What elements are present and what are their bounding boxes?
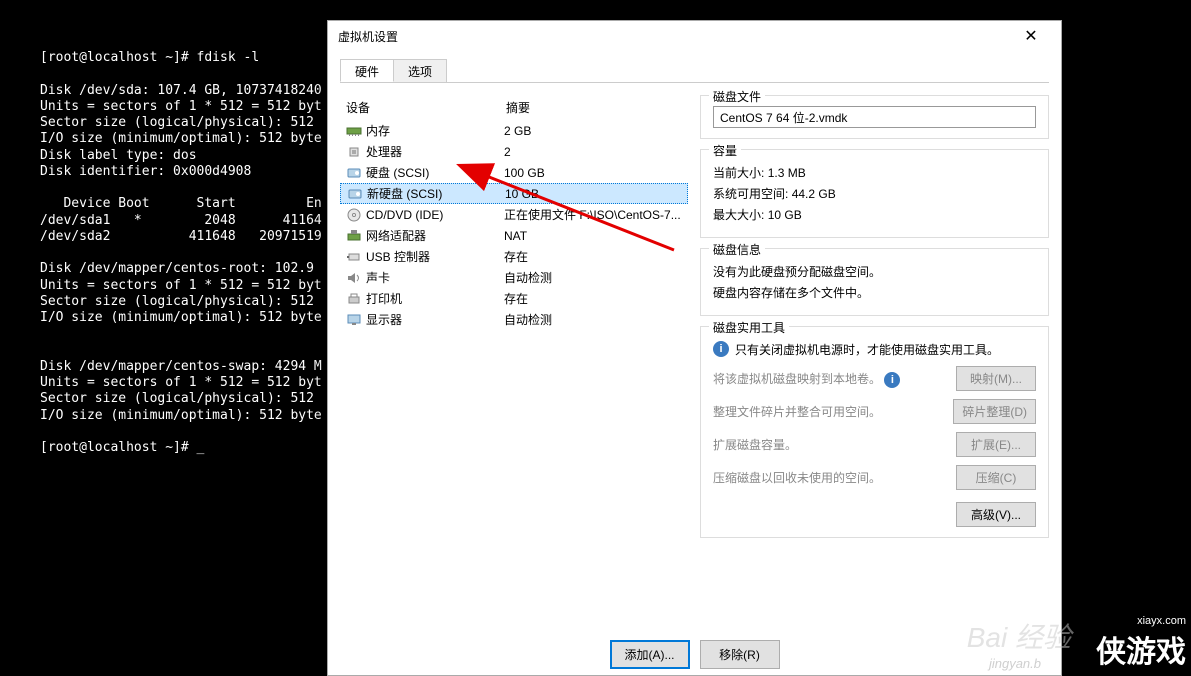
device-row-printer[interactable]: 打印机 存在 (340, 288, 688, 309)
header-device: 设备 (346, 99, 506, 116)
memory-icon (346, 123, 362, 139)
device-name: USB 控制器 (366, 248, 430, 265)
display-icon (346, 312, 362, 328)
label-current-size: 当前大小: (713, 164, 764, 181)
device-name: 打印机 (366, 290, 402, 307)
device-summary: 2 GB (504, 124, 682, 138)
value-max-size: 10 GB (768, 208, 802, 222)
sound-icon (346, 270, 362, 286)
remove-button[interactable]: 移除(R) (700, 640, 780, 669)
device-name: 显示器 (366, 311, 402, 328)
details-pane: 磁盘文件 容量 当前大小: 1.3 MB 系统可用空间: 44.2 GB 最大大… (700, 95, 1049, 548)
util-row: 整理文件碎片并整合可用空间。 碎片整理(D) (713, 399, 1036, 424)
vm-settings-dialog: 虚拟机设置 ✕ 硬件 选项 设备 摘要 内存 2 GB 处理器 2 硬盘 (SCSI) 1… (327, 20, 1062, 676)
device-name: 处理器 (366, 143, 402, 160)
device-name: 声卡 (366, 269, 390, 286)
info-icon: i (884, 372, 900, 388)
advanced-button[interactable]: 高级(V)... (956, 502, 1036, 527)
info-icon: i (713, 341, 729, 357)
device-row-display[interactable]: 显示器 自动检测 (340, 309, 688, 330)
device-summary: 正在使用文件 F:\ISO\CentOS-7... (504, 206, 682, 223)
device-name: 硬盘 (SCSI) (366, 164, 429, 181)
disk-file-input[interactable] (713, 106, 1036, 128)
device-name: 新硬盘 (SCSI) (367, 185, 442, 202)
device-row-disk[interactable]: 硬盘 (SCSI) 100 GB (340, 162, 688, 183)
util-button[interactable]: 压缩(C) (956, 465, 1036, 490)
util-row: 将该虚拟机磁盘映射到本地卷。 i映射(M)... (713, 366, 1036, 391)
usb-icon (346, 249, 362, 265)
dialog-bottom-buttons: 添加(A)... 移除(R) (328, 634, 1061, 675)
util-button[interactable]: 扩展(E)... (956, 432, 1036, 457)
device-row-network[interactable]: 网络适配器 NAT (340, 225, 688, 246)
util-button[interactable]: 映射(M)... (956, 366, 1036, 391)
util-text: 扩展磁盘容量。 (713, 436, 956, 453)
legend-capacity: 容量 (709, 142, 741, 159)
util-text: 压缩磁盘以回收未使用的空间。 (713, 469, 956, 486)
printer-icon (346, 291, 362, 307)
device-name: CD/DVD (IDE) (366, 208, 443, 222)
close-icon: ✕ (1024, 26, 1037, 46)
device-name: 网络适配器 (366, 227, 426, 244)
util-row: 压缩磁盘以回收未使用的空间。 压缩(C) (713, 465, 1036, 490)
legend-disk-info: 磁盘信息 (709, 241, 765, 258)
tabs: 硬件 选项 (340, 59, 1049, 83)
dialog-titlebar: 虚拟机设置 ✕ (328, 21, 1061, 51)
device-summary: 自动检测 (504, 311, 682, 328)
legend-utilities: 磁盘实用工具 (709, 319, 789, 336)
device-list-pane: 设备 摘要 内存 2 GB 处理器 2 硬盘 (SCSI) 100 GB 新硬盘 (SCSI… (340, 95, 688, 548)
label-max-size: 最大大小: (713, 206, 764, 223)
device-name: 内存 (366, 122, 390, 139)
cd-icon (346, 207, 362, 223)
fieldset-capacity: 容量 当前大小: 1.3 MB 系统可用空间: 44.2 GB 最大大小: 10… (700, 149, 1049, 238)
close-button[interactable]: ✕ (1011, 21, 1051, 51)
device-summary: 10 GB (505, 187, 681, 201)
device-row-sound[interactable]: 声卡 自动检测 (340, 267, 688, 288)
disk-icon (346, 165, 362, 181)
fieldset-disk-file: 磁盘文件 (700, 95, 1049, 139)
dialog-title: 虚拟机设置 (338, 28, 1011, 45)
header-summary: 摘要 (506, 99, 530, 116)
label-free-space: 系统可用空间: (713, 185, 788, 202)
util-text: 将该虚拟机磁盘映射到本地卷。 i (713, 370, 956, 388)
device-row-memory[interactable]: 内存 2 GB (340, 120, 688, 141)
utilities-warning: 只有关闭虚拟机电源时，才能使用磁盘实用工具。 (735, 341, 999, 358)
device-row-cd[interactable]: CD/DVD (IDE) 正在使用文件 F:\ISO\CentOS-7... (340, 204, 688, 225)
device-summary: 100 GB (504, 166, 682, 180)
tab-hardware[interactable]: 硬件 (340, 59, 394, 82)
device-row-usb[interactable]: USB 控制器 存在 (340, 246, 688, 267)
network-icon (346, 228, 362, 244)
util-button[interactable]: 碎片整理(D) (953, 399, 1036, 424)
legend-disk-file: 磁盘文件 (709, 88, 765, 105)
fieldset-utilities: 磁盘实用工具 i 只有关闭虚拟机电源时，才能使用磁盘实用工具。 将该虚拟机磁盘映… (700, 326, 1049, 538)
device-summary: NAT (504, 229, 682, 243)
value-current-size: 1.3 MB (768, 166, 806, 180)
disk-icon (347, 186, 363, 202)
util-row: 扩展磁盘容量。 扩展(E)... (713, 432, 1036, 457)
disk-info-line1: 没有为此硬盘预分配磁盘空间。 (713, 263, 1036, 280)
add-button[interactable]: 添加(A)... (610, 640, 690, 669)
device-summary: 存在 (504, 248, 682, 265)
device-list-header: 设备 摘要 (340, 95, 688, 120)
device-row-disk[interactable]: 新硬盘 (SCSI) 10 GB (340, 183, 688, 204)
util-text: 整理文件碎片并整合可用空间。 (713, 403, 953, 420)
disk-info-line2: 硬盘内容存储在多个文件中。 (713, 284, 1036, 301)
device-summary: 存在 (504, 290, 682, 307)
device-summary: 2 (504, 145, 682, 159)
tab-options[interactable]: 选项 (393, 59, 447, 82)
value-free-space: 44.2 GB (792, 187, 836, 201)
device-summary: 自动检测 (504, 269, 682, 286)
fieldset-disk-info: 磁盘信息 没有为此硬盘预分配磁盘空间。 硬盘内容存储在多个文件中。 (700, 248, 1049, 316)
cpu-icon (346, 144, 362, 160)
device-row-cpu[interactable]: 处理器 2 (340, 141, 688, 162)
